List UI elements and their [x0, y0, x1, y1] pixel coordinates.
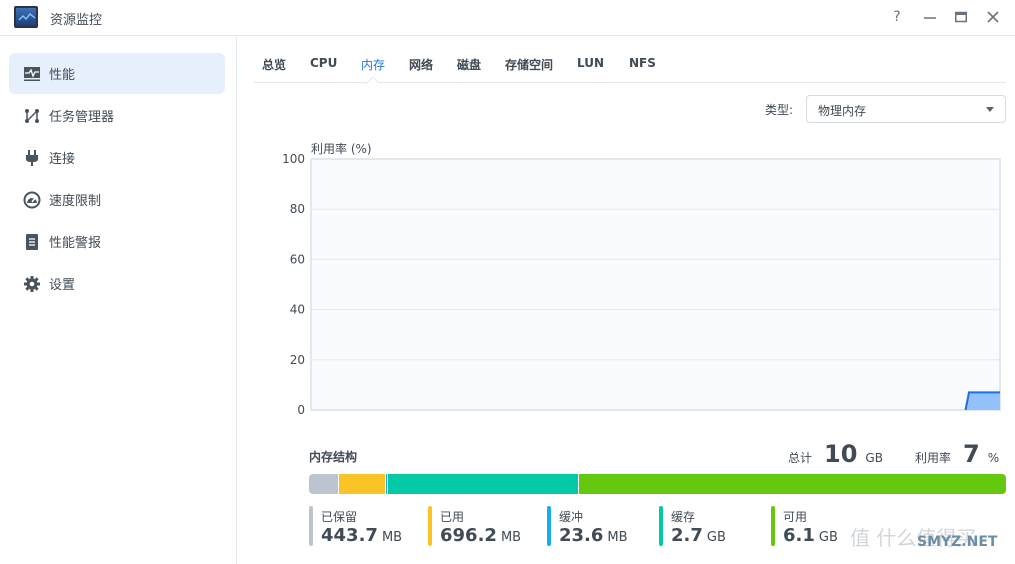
memory-usage-chart: 利用率 (%) 0 20 40 60 80 100 [282, 141, 1001, 417]
maximize-icon [955, 11, 967, 23]
sidebar-item-label: 速度限制 [49, 194, 102, 209]
sidebar-item-label: 设置 [49, 278, 76, 293]
legend-label: 缓存 [671, 510, 696, 524]
legend-unit: MB [381, 530, 403, 545]
sidebar-item-label: 性能 [49, 68, 76, 83]
tab-memory[interactable]: 内存 [361, 56, 385, 73]
legend-unit: GB [818, 530, 838, 545]
tab-disk[interactable]: 磁盘 [457, 56, 481, 73]
gear-icon [23, 275, 41, 293]
legend-value: 696.2 [440, 525, 497, 546]
legend-color-cache [659, 506, 663, 546]
legend-value: 6.1 [783, 525, 815, 546]
chart-y-axis-label: 利用率 (%) [311, 141, 372, 156]
chevron-down-icon [986, 107, 994, 112]
help-button[interactable]: ? [887, 8, 907, 26]
minimize-button[interactable] [920, 8, 940, 26]
chart-y-tick-label: 60 [290, 252, 305, 266]
memory-type-select[interactable]: 物理内存 [806, 95, 1006, 123]
legend-value: 443.7 [321, 525, 378, 546]
sidebar-item-connections[interactable]: 连接 [9, 137, 225, 178]
window-title: 资源监控 [50, 13, 103, 28]
total-value: 10 [824, 440, 858, 468]
legend-unit: MB [500, 530, 522, 545]
active-tab-indicator [366, 77, 378, 84]
chart-series-area [965, 392, 1000, 410]
tab-overview[interactable]: 总览 [262, 56, 286, 73]
resource-monitor-app-icon [14, 6, 38, 28]
sidebar-item-performance[interactable]: 性能 [9, 53, 225, 94]
gauge-icon [23, 191, 41, 209]
performance-icon [23, 65, 41, 83]
help-icon: ? [893, 9, 901, 25]
watermark-site: SMYZ.NET [917, 534, 998, 550]
tab-nfs[interactable]: NFS [629, 56, 656, 70]
tab-cpu[interactable]: CPU [310, 56, 337, 70]
usage-label: 利用率 [915, 451, 952, 465]
memory-usage: 利用率 7 % [915, 440, 999, 472]
legend-color-used [428, 506, 432, 546]
task-manager-icon [23, 107, 41, 125]
tab-network[interactable]: 网络 [409, 56, 433, 73]
sidebar-item-speed-limit[interactable]: 速度限制 [9, 179, 225, 220]
tab-lun[interactable]: LUN [577, 56, 604, 70]
minimize-icon [924, 17, 936, 19]
sidebar-item-task-manager[interactable]: 任务管理器 [9, 95, 225, 136]
legend-label: 可用 [783, 510, 808, 524]
tab-volume[interactable]: 存储空间 [505, 56, 553, 73]
chart-y-tick-label: 80 [290, 202, 305, 216]
legend-label: 缓冲 [559, 510, 584, 524]
legend-value: 2.7 [671, 525, 703, 546]
close-button[interactable] [983, 8, 1003, 26]
total-label: 总计 [788, 451, 813, 465]
total-memory: 总计 10 GB [788, 440, 883, 472]
chart-y-tick-label: 20 [290, 353, 305, 367]
sidebar: 性能 任务管理器 连接 速度限制 性能警报 设置 [0, 37, 237, 564]
sidebar-item-label: 连接 [49, 152, 76, 167]
chart-y-tick-label: 100 [282, 152, 305, 166]
memory-segment [309, 474, 339, 494]
memory-segment [579, 474, 1006, 494]
sidebar-item-label: 性能警报 [49, 236, 102, 251]
memory-segment [338, 474, 387, 494]
memory-structure-bar [309, 474, 1006, 494]
legend-color-buffer [547, 506, 551, 546]
title-bar: 资源监控 ? [0, 0, 1015, 36]
maximize-button[interactable] [951, 8, 971, 26]
chart-y-tick-label: 0 [297, 403, 305, 417]
document-icon [23, 233, 41, 251]
legend-label: 已用 [440, 510, 465, 524]
legend-label: 已保留 [321, 510, 358, 524]
legend-unit: GB [706, 530, 726, 545]
plug-icon [23, 149, 41, 167]
legend-color-reserved [309, 506, 313, 546]
total-unit: GB [865, 451, 883, 465]
legend-value: 23.6 [559, 525, 604, 546]
sidebar-item-label: 任务管理器 [49, 110, 115, 125]
close-icon [987, 11, 999, 23]
type-label: 类型: [765, 103, 794, 117]
memory-segment [388, 474, 580, 494]
memory-structure-title: 内存结构 [309, 450, 358, 464]
chart-y-tick-label: 40 [290, 303, 305, 317]
sidebar-item-settings[interactable]: 设置 [9, 263, 225, 304]
legend-color-available [771, 506, 775, 546]
memory-type-value: 物理内存 [818, 104, 867, 118]
legend-unit: MB [607, 530, 628, 545]
sidebar-item-performance-alerts[interactable]: 性能警报 [9, 221, 225, 262]
usage-unit: % [987, 451, 1000, 465]
usage-value: 7 [963, 440, 980, 468]
chart-plot-area [310, 158, 1001, 411]
